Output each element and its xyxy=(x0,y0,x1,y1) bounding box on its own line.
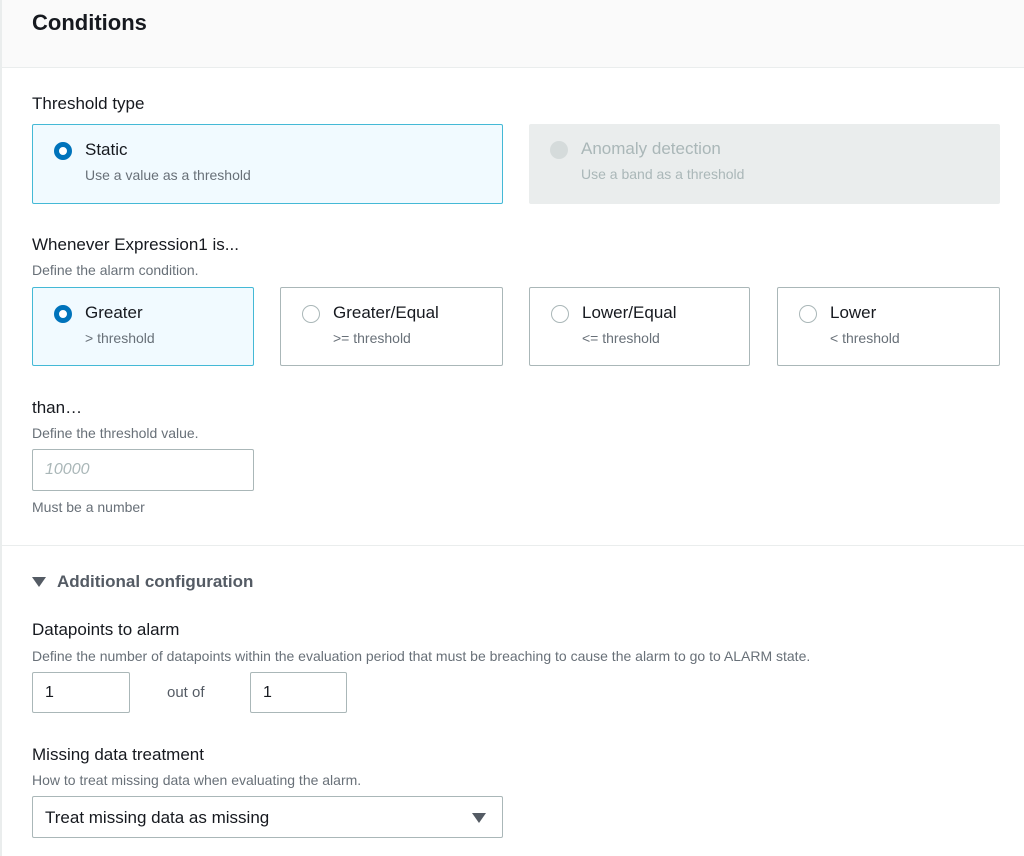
missing-data-select[interactable]: Treat missing data as missing xyxy=(32,796,503,838)
dropdown-caret-icon xyxy=(472,813,486,823)
out-of-label: out of xyxy=(167,684,205,701)
threshold-type-anomaly-option: Anomaly detection Use a band as a thresh… xyxy=(529,124,1000,204)
condition-option-lower[interactable]: Lower < threshold xyxy=(777,287,1000,366)
missing-data-description: How to treat missing data when evaluatin… xyxy=(32,772,362,788)
additional-configuration-label: Additional configuration xyxy=(57,572,254,591)
condition-label: Whenever Expression1 is... xyxy=(32,235,239,254)
option-title: Greater/Equal xyxy=(333,303,439,322)
datapoints-to-alarm-input[interactable]: 1 xyxy=(32,672,130,713)
radio-unselected-icon[interactable] xyxy=(551,305,569,323)
radio-selected-icon[interactable] xyxy=(54,305,72,323)
threshold-type-label: Threshold type xyxy=(32,94,145,113)
condition-option-greater[interactable]: Greater > threshold xyxy=(32,287,254,366)
threshold-type-static-option[interactable]: Static Use a value as a threshold xyxy=(32,124,503,204)
datapoints-label: Datapoints to alarm xyxy=(32,620,180,639)
radio-unselected-icon[interactable] xyxy=(302,305,320,323)
option-subtitle: Use a value as a threshold xyxy=(85,167,251,183)
panel-header: Conditions xyxy=(2,0,1024,68)
caret-down-icon xyxy=(32,577,46,587)
option-title: Lower xyxy=(830,303,877,322)
page-title: Conditions xyxy=(32,10,147,35)
threshold-value-description: Define the threshold value. xyxy=(32,425,199,441)
option-subtitle: <= threshold xyxy=(582,330,660,346)
option-title: Lower/Equal xyxy=(582,303,677,322)
condition-option-greater-equal[interactable]: Greater/Equal >= threshold xyxy=(280,287,503,366)
threshold-value-hint: Must be a number xyxy=(32,499,145,515)
datapoints-description: Define the number of datapoints within t… xyxy=(32,648,811,664)
radio-disabled-icon xyxy=(550,141,568,159)
section-divider xyxy=(2,545,1024,546)
threshold-value-label: than… xyxy=(32,398,83,417)
evaluation-period-input[interactable]: 1 xyxy=(250,672,347,713)
conditions-panel: Conditions Threshold type Static Use a v… xyxy=(0,0,1024,856)
condition-option-lower-equal[interactable]: Lower/Equal <= threshold xyxy=(529,287,750,366)
option-title: Static xyxy=(85,140,128,159)
condition-description: Define the alarm condition. xyxy=(32,262,199,278)
option-subtitle: < threshold xyxy=(830,330,900,346)
option-subtitle: > threshold xyxy=(85,330,155,346)
option-subtitle: >= threshold xyxy=(333,330,411,346)
additional-configuration-toggle[interactable]: Additional configuration xyxy=(32,572,253,592)
option-title: Anomaly detection xyxy=(581,139,721,158)
missing-data-selected-value: Treat missing data as missing xyxy=(45,808,270,827)
option-subtitle: Use a band as a threshold xyxy=(581,166,745,182)
radio-selected-icon[interactable] xyxy=(54,142,72,160)
option-title: Greater xyxy=(85,303,143,322)
missing-data-label: Missing data treatment xyxy=(32,745,204,764)
radio-unselected-icon[interactable] xyxy=(799,305,817,323)
threshold-value-input[interactable]: 10000 xyxy=(32,449,254,491)
